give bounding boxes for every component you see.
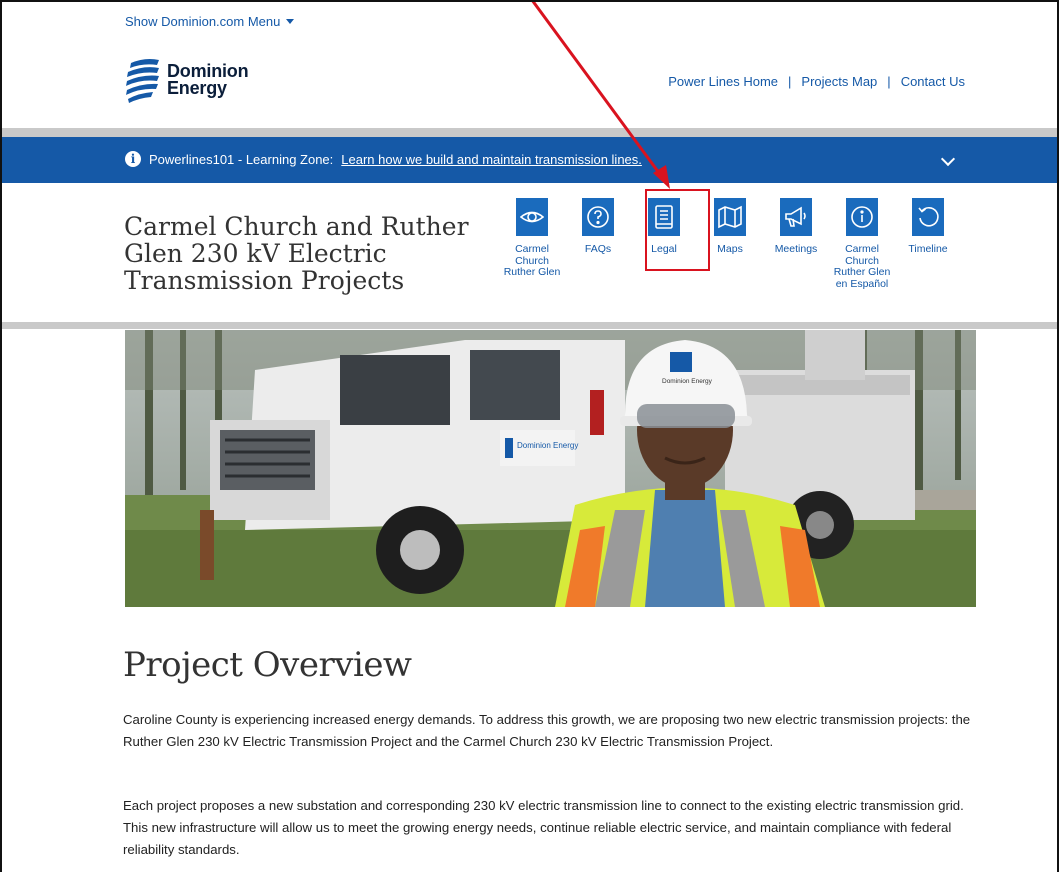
logo-word-2: Energy	[167, 78, 227, 98]
info-icon	[846, 198, 878, 236]
hero-image: Dominion Energy Dominion Energy	[125, 330, 976, 607]
link-separator: |	[788, 74, 792, 89]
nav-label: FAQs	[584, 243, 612, 255]
nav-item-carmel-church-ruther-glen[interactable]: Carmel Church Ruther Glen	[499, 198, 565, 290]
nav-item-espanol[interactable]: Carmel Church Ruther Glen en Español	[829, 198, 895, 290]
eye-icon	[516, 198, 548, 236]
overview-paragraph-1: Caroline County is experiencing increase…	[123, 712, 971, 749]
megaphone-icon	[780, 198, 812, 236]
nav-label: Legal	[651, 243, 677, 255]
nav-label: Maps	[717, 243, 743, 255]
nav-item-legal[interactable]: Legal	[631, 198, 697, 290]
divider-strip	[2, 128, 1057, 137]
helmet-logo-text: Dominion Energy	[662, 378, 713, 385]
divider-strip	[2, 322, 1057, 329]
question-icon	[582, 198, 614, 236]
hero-illustration: Dominion Energy Dominion Energy	[125, 330, 976, 607]
projects-map-link[interactable]: Projects Map	[801, 74, 877, 89]
menu-toggle-label: Show Dominion.com Menu	[125, 14, 281, 29]
info-icon: i	[125, 151, 141, 167]
project-title: Carmel Church and Ruther Glen 230 kV Ele…	[124, 212, 469, 295]
top-links: Power Lines Home | Projects Map | Contac…	[668, 74, 965, 89]
link-separator: |	[887, 74, 891, 89]
nav-label: Carmel Church Ruther Glen en Español	[833, 243, 891, 290]
undo-icon	[912, 198, 944, 236]
site-header: Show Dominion.com Menu Dominion Energy P…	[2, 2, 1057, 128]
contact-us-link[interactable]: Contact Us	[901, 74, 965, 89]
nav-label: Timeline	[908, 243, 948, 255]
nav-item-meetings[interactable]: Meetings	[763, 198, 829, 290]
nav-label: Carmel Church Ruther Glen	[503, 243, 561, 278]
banner-prefix: Powerlines101 - Learning Zone:	[149, 151, 334, 167]
overview-title: Project Overview	[123, 645, 412, 685]
project-nav: Carmel Church Ruther Glen FAQs Legal Map…	[499, 198, 961, 290]
map-icon	[714, 198, 746, 236]
dominion-energy-logo[interactable]: Dominion Energy	[125, 57, 249, 103]
nav-item-faqs[interactable]: FAQs	[565, 198, 631, 290]
chevron-down-icon[interactable]	[940, 151, 956, 167]
book-icon	[648, 198, 680, 236]
nav-item-timeline[interactable]: Timeline	[895, 198, 961, 290]
logo-mark-icon	[126, 59, 159, 103]
power-lines-home-link[interactable]: Power Lines Home	[668, 74, 778, 89]
caret-down-icon	[286, 19, 295, 24]
truck-logo-text: Dominion Energy	[517, 441, 578, 450]
banner-learn-link[interactable]: Learn how we build and maintain transmis…	[341, 152, 642, 167]
overview-paragraph-2: Each project proposes a new substation a…	[123, 798, 964, 857]
learning-zone-banner: i Powerlines101 - Learning Zone: Learn h…	[2, 137, 1057, 183]
nav-label: Meetings	[774, 243, 818, 255]
project-header: Carmel Church and Ruther Glen 230 kV Ele…	[2, 183, 1057, 322]
nav-item-maps[interactable]: Maps	[697, 198, 763, 290]
show-menu-toggle[interactable]: Show Dominion.com Menu	[125, 14, 295, 29]
